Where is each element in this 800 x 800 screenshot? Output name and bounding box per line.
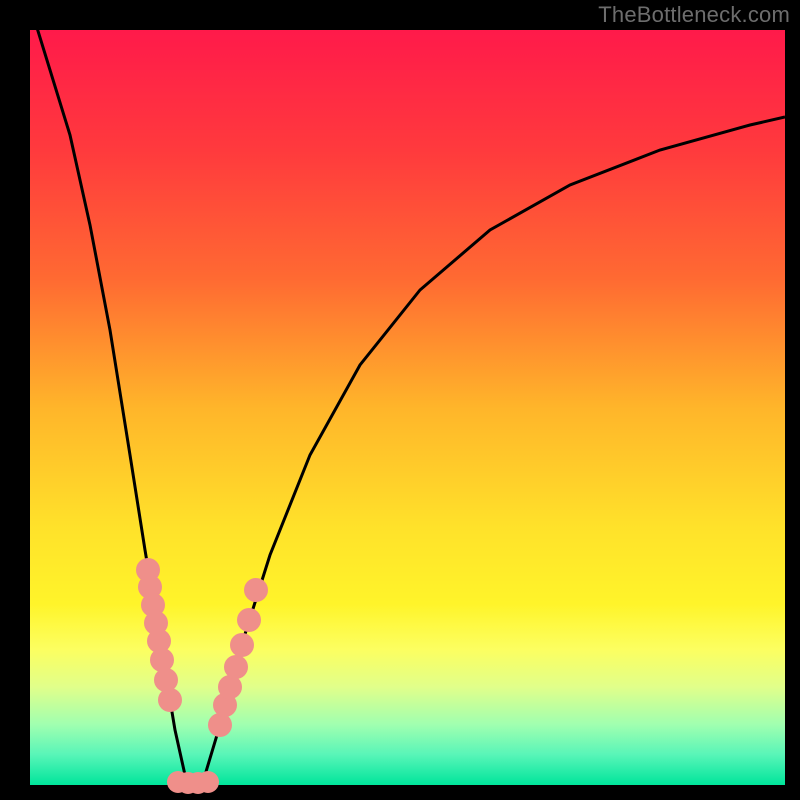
plot-area xyxy=(30,30,785,785)
data-dot xyxy=(224,655,248,679)
data-dot xyxy=(158,688,182,712)
data-dot xyxy=(237,608,261,632)
data-dot xyxy=(208,713,232,737)
data-dot xyxy=(230,633,254,657)
chart-frame: TheBottleneck.com xyxy=(0,0,800,800)
bottleneck-curve xyxy=(30,30,785,785)
watermark-text: TheBottleneck.com xyxy=(598,2,790,28)
data-dot xyxy=(244,578,268,602)
data-dot xyxy=(197,771,219,793)
curve-layer xyxy=(30,30,785,785)
